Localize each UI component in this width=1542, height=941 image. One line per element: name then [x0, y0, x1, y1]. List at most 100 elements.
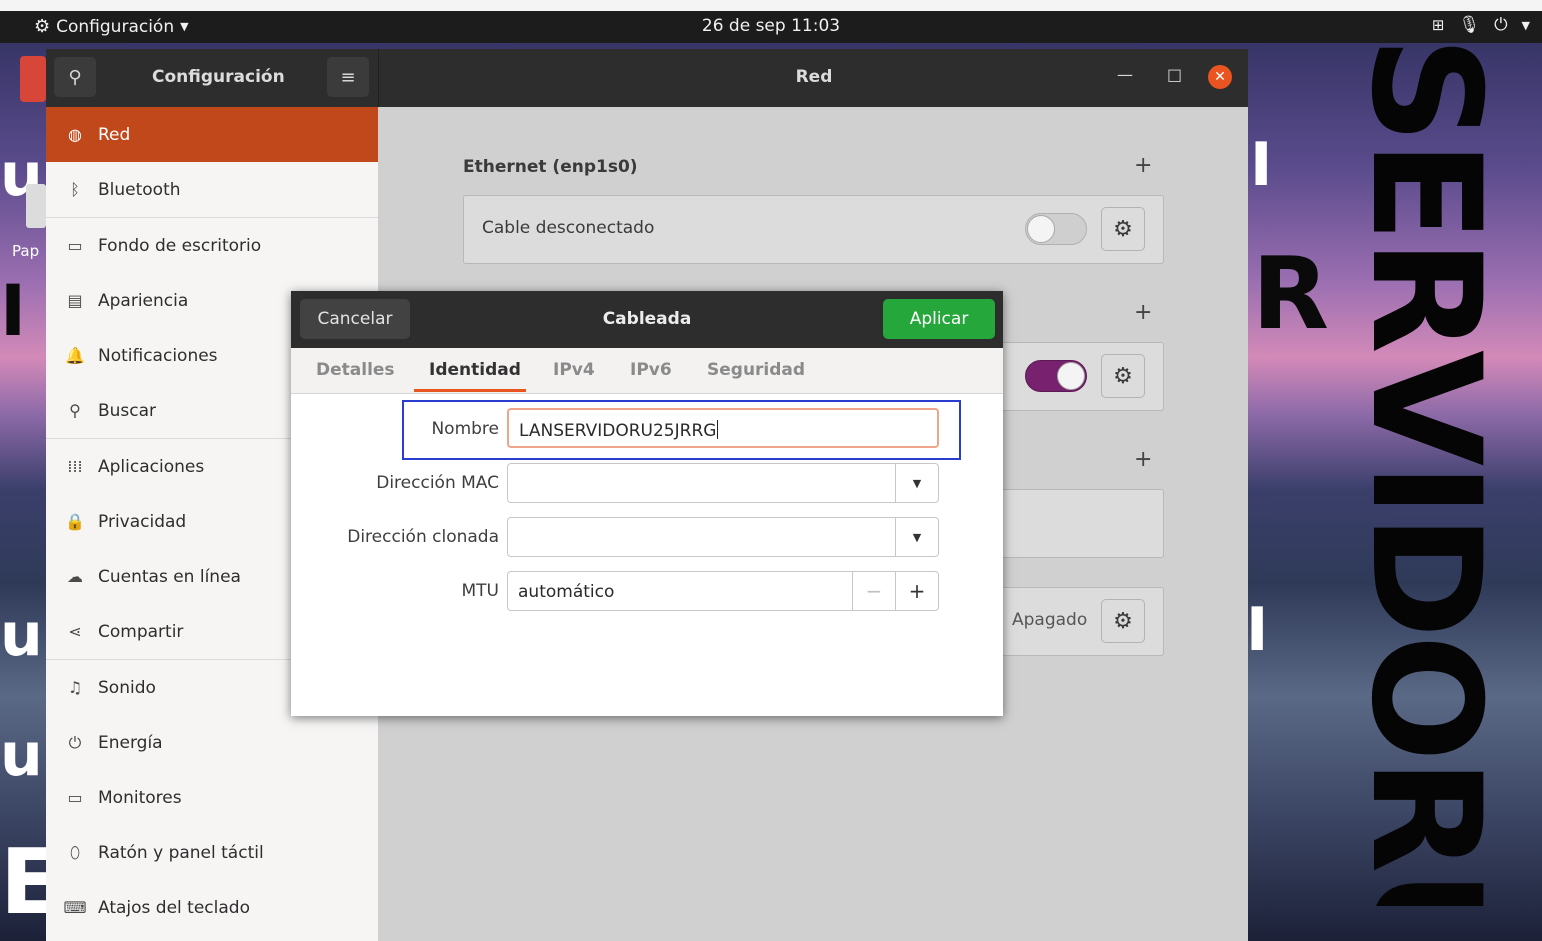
ethernet-toggle[interactable] — [1025, 213, 1087, 245]
tab-seguridad[interactable]: Seguridad — [707, 360, 805, 380]
wired-connection-toggle[interactable] — [1025, 360, 1087, 392]
sidebar-title: Configuración — [152, 67, 285, 87]
tab-ipv6[interactable]: IPv6 — [630, 360, 672, 380]
desktop-folder-icon[interactable] — [20, 56, 46, 102]
tab-identidad[interactable]: Identidad — [429, 360, 521, 380]
microphone-icon: 🎙 — [1458, 15, 1481, 35]
power-icon: ⏻ — [1494, 15, 1508, 35]
search-button[interactable]: ⚲ — [54, 57, 96, 97]
close-icon: ✕ — [1214, 69, 1226, 85]
active-tab-indicator — [414, 389, 526, 392]
power-icon: ⏻ — [68, 732, 82, 752]
content-headerbar: Red — □ — [378, 49, 1248, 107]
dialog-headerbar: Cancelar Cableada Aplicar — [291, 291, 1003, 348]
menu-button[interactable]: ≡ — [327, 57, 369, 97]
sidebar-item-label: Buscar — [98, 400, 157, 421]
mtu-increment-button[interactable]: + — [895, 572, 938, 610]
share-icon: ⋖ — [68, 622, 82, 641]
chevron-down-icon: ▼ — [912, 530, 922, 544]
minimize-button[interactable]: — — [1117, 65, 1133, 84]
tab-detalles[interactable]: Detalles — [316, 360, 395, 380]
cloned-mac-label: Dirección clonada — [347, 527, 499, 547]
wired-connection-dialog: Cancelar Cableada Aplicar Detalles Ident… — [291, 291, 1003, 716]
sidebar-item-bluetooth[interactable]: ᛒ Bluetooth — [46, 162, 378, 217]
proxy-status: Apagado — [1012, 610, 1088, 630]
hamburger-icon: ≡ — [340, 66, 356, 88]
mtu-label: MTU — [461, 581, 500, 601]
trash-icon[interactable] — [26, 184, 46, 228]
sidebar-item-label: Red — [98, 124, 131, 145]
sidebar-item-energia[interactable]: ⏻ Energía — [46, 715, 378, 770]
sidebar-item-label: Aplicaciones — [98, 456, 205, 477]
sidebar-item-label: Cuentas en línea — [98, 566, 241, 587]
music-note-icon: ♫ — [67, 678, 83, 697]
close-button[interactable]: ✕ — [1208, 65, 1232, 89]
sidebar-item-label: Compartir — [98, 621, 184, 642]
bluetooth-icon: ᛒ — [70, 180, 80, 199]
proxy-settings-button[interactable]: ⚙ — [1101, 599, 1145, 643]
toggle-knob — [1027, 215, 1055, 243]
network-icon: ⊞ — [1431, 16, 1445, 34]
top-bar: ⚙ Configuración ▼ 26 de sep 11:03 ⊞ 🎙 ⏻ … — [0, 11, 1542, 43]
sidebar-item-label: Fondo de escritorio — [98, 235, 262, 256]
toggle-knob — [1057, 362, 1085, 390]
appearance-icon: ▤ — [67, 291, 83, 310]
search-icon: ⚲ — [69, 401, 81, 420]
sidebar-item-label: Sonido — [98, 677, 156, 698]
sidebar-item-label: Bluetooth — [98, 179, 181, 200]
mouse-icon: ⬯ — [69, 842, 81, 862]
globe-icon: ◍ — [68, 125, 82, 144]
add-connection-button[interactable]: + — [1134, 300, 1152, 325]
apply-button[interactable]: Aplicar — [883, 299, 995, 339]
desktop-icon-label[interactable]: Pap — [12, 242, 39, 260]
chevron-down-icon: ▼ — [912, 476, 922, 490]
add-vpn-button[interactable]: + — [1134, 447, 1152, 472]
dialog-tabs: Detalles Identidad IPv4 IPv6 Seguridad — [291, 348, 1003, 394]
sidebar-item-red[interactable]: ◍ Red — [46, 107, 378, 162]
mtu-decrement-button[interactable]: − — [852, 572, 895, 610]
mtu-spinbutton[interactable]: automático − + — [507, 571, 939, 611]
sidebar-item-label: Ratón y panel táctil — [98, 842, 264, 863]
desktop-icon: ▭ — [67, 236, 83, 255]
wallpaper-glyph: I — [0, 270, 27, 352]
gear-icon: ⚙ — [1113, 608, 1133, 634]
sidebar-item-label: Atajos del teclado — [98, 897, 250, 918]
annotation-highlight-box — [402, 400, 961, 460]
ethernet-status: Cable desconectado — [482, 218, 655, 238]
gear-icon: ⚙ — [1113, 363, 1133, 389]
lock-icon: 🔒 — [65, 512, 85, 531]
tab-ipv4[interactable]: IPv4 — [553, 360, 595, 380]
wallpaper-glyph: R — [1252, 235, 1330, 352]
sidebar-item-label: Monitores — [98, 787, 182, 808]
gear-icon: ⚙ — [1113, 216, 1133, 242]
mac-dropdown-button[interactable]: ▼ — [895, 464, 938, 502]
sidebar-item-atajos[interactable]: ⌨ Atajos del teclado — [46, 880, 378, 935]
sidebar-item-fondo[interactable]: ▭ Fondo de escritorio — [46, 218, 378, 273]
sidebar-item-label: Apariencia — [98, 290, 189, 311]
keyboard-icon: ⌨ — [63, 898, 87, 917]
cloned-mac-combo[interactable]: ▼ — [507, 517, 939, 557]
chevron-down-icon: ▼ — [1521, 18, 1530, 32]
ethernet-settings-button[interactable]: ⚙ — [1101, 207, 1145, 251]
system-tray[interactable]: ⊞ 🎙 ⏻ ▼ — [1432, 15, 1530, 35]
wallpaper-glyph: I — [1246, 595, 1269, 665]
sidebar-item-label: Notificaciones — [98, 345, 218, 366]
minus-icon: − — [865, 579, 883, 603]
cloned-mac-dropdown-button[interactable]: ▼ — [895, 518, 938, 556]
plus-icon: + — [908, 579, 926, 603]
sidebar-item-label: Privacidad — [98, 511, 187, 532]
ethernet-card: Cable desconectado ⚙ — [463, 195, 1164, 264]
sidebar-item-monitores[interactable]: ▭ Monitores — [46, 770, 378, 825]
maximize-button[interactable]: □ — [1167, 65, 1182, 84]
mac-combo[interactable]: ▼ — [507, 463, 939, 503]
add-ethernet-button[interactable]: + — [1134, 153, 1152, 178]
monitor-icon: ▭ — [67, 788, 83, 807]
sidebar-item-raton[interactable]: ⬯ Ratón y panel táctil — [46, 825, 378, 880]
wallpaper-glyph: I — [1250, 130, 1273, 200]
wired-connection-settings-button[interactable]: ⚙ — [1101, 354, 1145, 398]
cloud-icon: ☁ — [67, 567, 83, 586]
ethernet-section-title: Ethernet (enp1s0) — [463, 157, 638, 177]
apps-grid-icon: ⁞⁞⁞ — [67, 457, 83, 476]
mac-label: Dirección MAC — [376, 473, 499, 493]
clock[interactable]: 26 de sep 11:03 — [0, 16, 1542, 36]
